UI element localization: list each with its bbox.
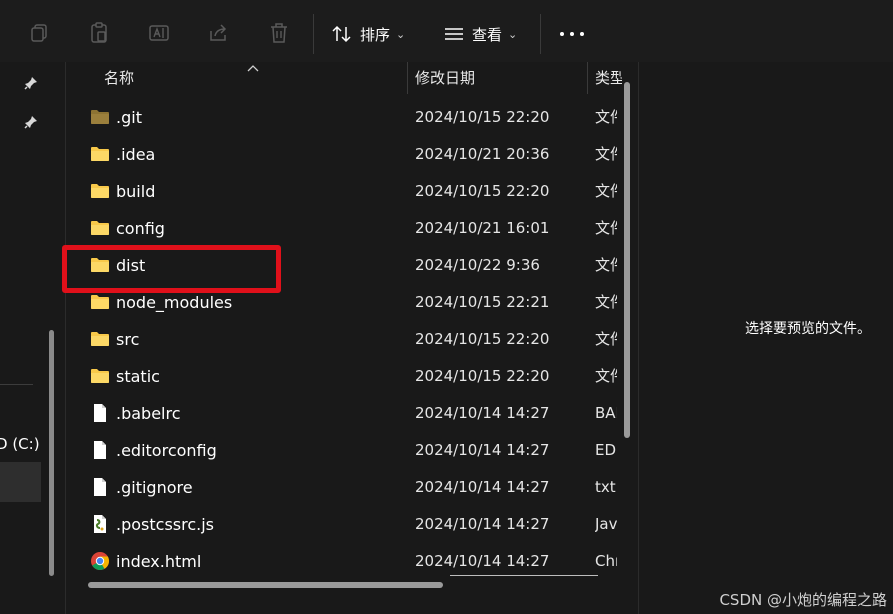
file-name: .gitignore xyxy=(116,478,193,497)
pin-icon[interactable] xyxy=(24,76,38,90)
file-name: src xyxy=(116,330,140,349)
annotation-highlight-box xyxy=(62,245,281,293)
folder-icon xyxy=(90,292,110,312)
column-header-type[interactable]: 类型 xyxy=(588,62,622,94)
sort-button[interactable]: 排序 ⌄ xyxy=(332,20,405,48)
chrome-icon xyxy=(90,551,110,571)
file-row[interactable]: .editorconfig 2024/10/14 14:27 EDI xyxy=(66,432,626,469)
file-row[interactable]: .gitignore 2024/10/14 14:27 txt xyxy=(66,469,626,506)
folder-icon xyxy=(90,329,110,349)
file-icon xyxy=(90,477,110,497)
file-modified-date: 2024/10/14 14:27 xyxy=(415,404,550,422)
file-type: 文件夹 xyxy=(595,145,617,163)
toolbar-separator xyxy=(313,14,314,54)
file-name: .git xyxy=(116,108,142,127)
file-modified-date: 2024/10/14 14:27 xyxy=(415,515,550,533)
row-underline xyxy=(450,575,598,576)
horizontal-scrollbar[interactable] xyxy=(88,582,443,588)
command-bar: 排序 ⌄ 查看 ⌄ xyxy=(0,0,893,62)
paste-icon[interactable] xyxy=(86,20,112,46)
navigation-pane: D (C:) xyxy=(0,62,64,614)
file-modified-date: 2024/10/15 22:21 xyxy=(415,293,550,311)
file-modified-date: 2024/10/22 9:36 xyxy=(415,256,540,274)
file-row[interactable]: .babelrc 2024/10/14 14:27 BAB xyxy=(66,395,626,432)
file-name: .idea xyxy=(116,145,156,164)
file-name: build xyxy=(116,182,156,201)
file-modified-date: 2024/10/21 20:36 xyxy=(415,145,550,163)
column-header-name[interactable]: 名称 xyxy=(66,62,408,94)
file-name: .postcssrc.js xyxy=(116,515,214,534)
file-modified-date: 2024/10/15 22:20 xyxy=(415,367,550,385)
folder-icon xyxy=(90,181,110,201)
file-modified-date: 2024/10/15 22:20 xyxy=(415,108,550,126)
file-modified-date: 2024/10/21 16:01 xyxy=(415,219,550,237)
share-icon[interactable] xyxy=(206,20,232,46)
sort-label: 排序 xyxy=(360,25,391,44)
nav-item-selected[interactable] xyxy=(0,462,41,502)
file-row[interactable]: .postcssrc.js 2024/10/14 14:27 Jav xyxy=(66,506,626,543)
file-row[interactable]: static 2024/10/15 22:20 文件夹 xyxy=(66,358,626,395)
file-icon xyxy=(90,440,110,460)
folder-icon xyxy=(90,144,110,164)
file-type: 文件夹 xyxy=(595,330,617,348)
file-type: EDI xyxy=(595,441,617,459)
delete-icon[interactable] xyxy=(266,20,292,46)
file-modified-date: 2024/10/14 14:27 xyxy=(415,441,550,459)
view-button[interactable]: 查看 ⌄ xyxy=(444,20,517,48)
file-name: static xyxy=(116,367,160,386)
file-icon xyxy=(90,403,110,423)
folder-icon xyxy=(90,218,110,238)
view-label: 查看 xyxy=(472,25,503,44)
file-row[interactable]: src 2024/10/15 22:20 文件夹 xyxy=(66,321,626,358)
folder-icon xyxy=(90,107,110,127)
file-name: .editorconfig xyxy=(116,441,217,460)
more-icon[interactable] xyxy=(556,24,588,44)
file-type: Chr xyxy=(595,552,617,570)
view-icon xyxy=(445,28,463,40)
preview-pane: 选择要预览的文件。 xyxy=(638,62,893,614)
file-name: config xyxy=(116,219,165,238)
copy-icon[interactable] xyxy=(26,20,52,46)
js-file-icon xyxy=(90,514,110,534)
file-row[interactable]: config 2024/10/21 16:01 文件夹 xyxy=(66,210,626,247)
file-type: 文件夹 xyxy=(595,219,617,237)
watermark: CSDN @小炮的编程之路 xyxy=(719,591,887,609)
file-row[interactable]: build 2024/10/15 22:20 文件夹 xyxy=(66,173,626,210)
file-list: 名称 修改日期 类型 .git 2024/10/15 22:20 文件夹 .idea 2… xyxy=(62,62,638,614)
file-type: 文件夹 xyxy=(595,367,617,385)
file-modified-date: 2024/10/15 22:20 xyxy=(415,330,550,348)
file-row[interactable]: .git 2024/10/15 22:20 文件夹 xyxy=(66,99,626,136)
chevron-down-icon: ⌄ xyxy=(396,27,406,41)
file-type: txt xyxy=(595,478,616,496)
file-type: 文件夹 xyxy=(595,293,617,311)
nav-scrollbar[interactable] xyxy=(49,330,54,576)
file-row[interactable]: .idea 2024/10/21 20:36 文件夹 xyxy=(66,136,626,173)
toolbar-separator xyxy=(540,14,541,54)
file-type: Jav xyxy=(595,515,617,533)
file-type: BAB xyxy=(595,404,617,422)
column-header-row: 名称 修改日期 类型 xyxy=(66,62,638,94)
folder-icon xyxy=(90,366,110,386)
rename-icon[interactable] xyxy=(146,20,172,46)
column-header-modified[interactable]: 修改日期 xyxy=(408,62,588,94)
preview-message: 选择要预览的文件。 xyxy=(745,321,871,337)
file-name: index.html xyxy=(116,552,202,571)
vertical-scrollbar[interactable] xyxy=(624,82,630,438)
file-type: 文件夹 xyxy=(595,182,617,200)
chevron-down-icon: ⌄ xyxy=(508,27,518,41)
pin-icon[interactable] xyxy=(24,115,38,129)
file-name: .babelrc xyxy=(116,404,181,423)
file-modified-date: 2024/10/14 14:27 xyxy=(415,478,550,496)
file-type: 文件夹 xyxy=(595,256,617,274)
file-modified-date: 2024/10/15 22:20 xyxy=(415,182,550,200)
file-type: 文件夹 xyxy=(595,108,617,126)
sort-icon xyxy=(332,25,351,43)
nav-divider xyxy=(0,384,33,385)
